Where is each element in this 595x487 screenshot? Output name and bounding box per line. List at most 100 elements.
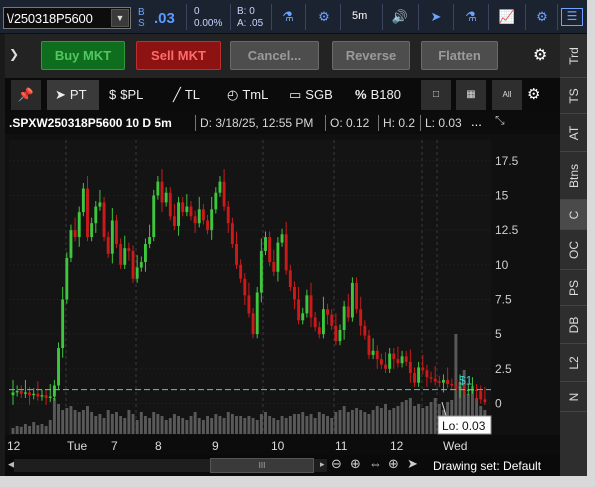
all-drawings-button[interactable]: All bbox=[492, 80, 522, 110]
candle-body bbox=[119, 244, 123, 265]
crosshair-icon[interactable]: ⊕ bbox=[388, 456, 399, 472]
symbol-selector[interactable]: \/250318P5600 ▼ bbox=[3, 7, 131, 29]
volume-bar bbox=[48, 420, 52, 434]
tool-sgb[interactable]: ▭ SGB bbox=[289, 80, 333, 110]
tool-price-level[interactable]: $ $PL bbox=[109, 80, 143, 110]
gear-icon[interactable]: ⚙ bbox=[314, 8, 334, 26]
candle-body bbox=[313, 317, 317, 328]
volume-bar bbox=[44, 426, 48, 434]
grid-icon[interactable]: ▦ bbox=[456, 80, 486, 110]
chevron-right-icon[interactable]: ❯ bbox=[9, 47, 19, 61]
candle-body bbox=[243, 278, 247, 296]
collapse-icon[interactable]: ⤡ bbox=[495, 113, 505, 128]
x-tick-label: 9 bbox=[212, 439, 219, 453]
zoom-out-icon[interactable]: ⊖ bbox=[331, 456, 342, 472]
pan-icon[interactable]: ⇔ bbox=[369, 456, 382, 471]
tab-c[interactable]: C bbox=[560, 200, 587, 230]
candle-body bbox=[326, 309, 330, 315]
volume-bar bbox=[338, 410, 342, 434]
sell-mkt-button[interactable]: Sell MKT bbox=[136, 41, 221, 70]
candle-body bbox=[152, 195, 156, 238]
candle-body bbox=[172, 216, 176, 226]
volume-bar bbox=[123, 418, 127, 434]
gear-icon[interactable]: ⚙ bbox=[532, 8, 552, 26]
bar-open: O: 0.12 bbox=[330, 116, 370, 130]
volume-bar bbox=[181, 418, 185, 434]
zoom-in-icon[interactable]: ⊕ bbox=[350, 456, 361, 472]
chevron-down-icon[interactable]: ▼ bbox=[111, 9, 129, 27]
tool-b180[interactable]: % B180 bbox=[355, 80, 401, 110]
flask-icon[interactable]: ⚗ bbox=[461, 8, 481, 26]
scrollbar-thumb[interactable]: III bbox=[210, 458, 314, 473]
volume-bar bbox=[226, 412, 230, 434]
interval-selector[interactable]: 5m bbox=[352, 10, 367, 22]
drawing-set-label[interactable]: Drawing set: Default bbox=[433, 459, 541, 473]
tab-trd[interactable]: Trd bbox=[560, 34, 587, 78]
tab-at[interactable]: AT bbox=[560, 114, 587, 152]
volume-bar bbox=[255, 420, 259, 434]
volume-bar bbox=[429, 402, 433, 434]
single-square-icon[interactable]: □ bbox=[421, 80, 451, 110]
cancel-button[interactable]: Cancel... bbox=[230, 41, 319, 70]
menu-icon[interactable]: ☰ bbox=[561, 8, 583, 26]
candle-body bbox=[379, 359, 383, 365]
cursor-icon[interactable]: ➤ bbox=[407, 456, 418, 472]
tool-timeline[interactable]: ◴ TmL bbox=[227, 80, 268, 110]
volume-bar bbox=[73, 410, 77, 434]
tab-ps[interactable]: PS bbox=[560, 270, 587, 306]
chart-panel[interactable]: $1 17.5 15 12.5 10 7.5 5 2.5 0 Lo: 0.03 12 Tue 7 8 9 10… bbox=[5, 134, 560, 476]
tab-label: Trd bbox=[566, 46, 581, 65]
candle-body bbox=[334, 325, 338, 342]
candle-body bbox=[288, 270, 292, 287]
speaker-icon[interactable]: 🔊 bbox=[390, 8, 410, 26]
candle-body bbox=[272, 262, 276, 272]
candle-body bbox=[222, 181, 226, 207]
y-tick-label: 17.5 bbox=[495, 154, 519, 168]
volume-bar bbox=[284, 418, 288, 434]
tab-btns[interactable]: Btns bbox=[560, 152, 587, 200]
candle-body bbox=[346, 306, 350, 318]
candle-body bbox=[404, 356, 408, 362]
scroll-right-icon[interactable]: ▸ bbox=[320, 459, 325, 470]
divider bbox=[420, 115, 421, 131]
tab-ts[interactable]: TS bbox=[560, 78, 587, 114]
tool-trendline[interactable]: ╱ TL bbox=[173, 80, 200, 110]
candle-body bbox=[259, 250, 263, 293]
chart-style-icon[interactable]: 📈 bbox=[497, 8, 517, 26]
volume-bar bbox=[164, 420, 168, 434]
right-tab-bar: Trd TS AT Btns C OC PS DB L2 N bbox=[560, 34, 587, 476]
cursor-icon[interactable]: ➤ bbox=[426, 8, 446, 26]
candle-body bbox=[189, 206, 193, 217]
volume-bar bbox=[350, 410, 354, 434]
volume-bar bbox=[421, 408, 425, 434]
chart-symbol: .SPXW250318P5600 10 D 5m bbox=[9, 116, 172, 130]
net-change-pct: 0.00% bbox=[194, 18, 223, 29]
pin-icon[interactable]: 📌 bbox=[11, 80, 41, 110]
candle-body bbox=[433, 378, 437, 382]
buy-mkt-button[interactable]: Buy MKT bbox=[41, 41, 125, 70]
price-chart[interactable]: $1 17.5 15 12.5 10 7.5 5 2.5 0 Lo: 0.03 12 Tue 7 8 9 10… bbox=[5, 134, 560, 455]
gear-icon[interactable]: ⚙ bbox=[527, 80, 540, 110]
volume-bar bbox=[94, 416, 98, 434]
candle-body bbox=[98, 202, 102, 207]
tab-n[interactable]: N bbox=[560, 382, 587, 412]
tab-l2[interactable]: L2 bbox=[560, 344, 587, 382]
gear-icon[interactable]: ⚙ bbox=[533, 45, 547, 65]
candle-body bbox=[450, 384, 454, 386]
flatten-button[interactable]: Flatten bbox=[421, 41, 498, 70]
tab-db[interactable]: DB bbox=[560, 306, 587, 344]
candle-body bbox=[367, 335, 371, 355]
candle-body bbox=[371, 350, 375, 355]
candle-body bbox=[61, 299, 65, 349]
tool-pointer[interactable]: ➤ PT bbox=[47, 80, 99, 110]
candle-body bbox=[408, 361, 412, 373]
flask-icon[interactable]: ⚗ bbox=[278, 8, 298, 26]
tab-oc[interactable]: OC bbox=[560, 230, 587, 270]
window-border bbox=[587, 0, 595, 487]
volume-bar bbox=[210, 418, 214, 434]
candle-body bbox=[276, 242, 280, 272]
more-icon[interactable]: ... bbox=[471, 114, 482, 129]
candle-body bbox=[139, 262, 143, 268]
volume-bar bbox=[243, 418, 247, 434]
reverse-button[interactable]: Reverse bbox=[332, 41, 410, 70]
